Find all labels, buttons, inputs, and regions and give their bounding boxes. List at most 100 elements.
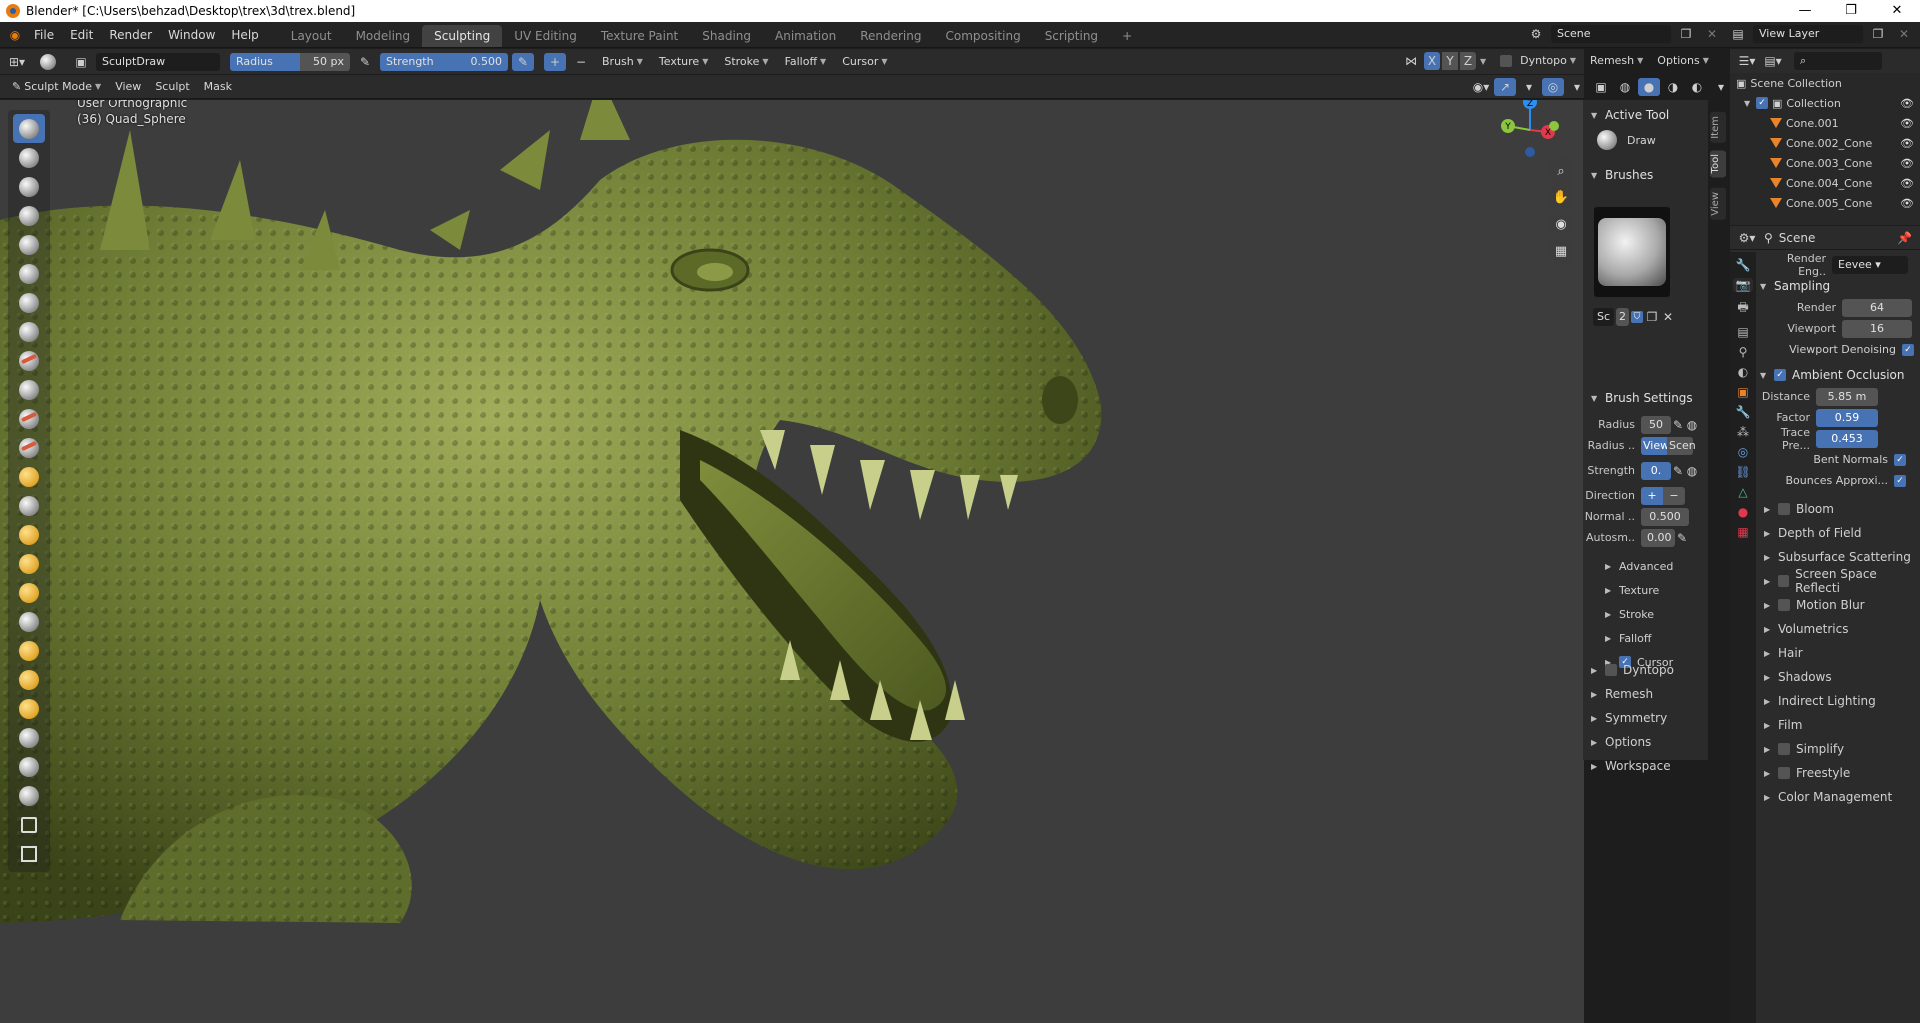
outliner-object-row[interactable]: Cone.002_Cone 👁: [1730, 133, 1920, 153]
tab-layout[interactable]: Layout: [279, 25, 344, 47]
simplify-tool-button[interactable]: [13, 723, 45, 752]
strength-pressure-icon[interactable]: ✎: [512, 52, 534, 71]
radius-unit-view-option[interactable]: View: [1641, 436, 1669, 455]
blender-menu-icon[interactable]: ◉: [4, 26, 26, 44]
autosmooth-pressure-icon[interactable]: ✎: [1675, 529, 1689, 547]
menu-render[interactable]: Render: [101, 22, 160, 48]
new-scene-icon[interactable]: ❐: [1675, 25, 1697, 43]
view-layer-icon[interactable]: ▤: [1727, 25, 1749, 43]
tab-item[interactable]: Item: [1710, 112, 1726, 143]
menu-sculpt[interactable]: Sculpt: [149, 78, 195, 96]
remesh-panel[interactable]: ▶ Remesh: [1583, 682, 1708, 706]
properties-editor-icon[interactable]: ⚙▾: [1736, 229, 1758, 247]
render-tab-icon[interactable]: 📷: [1732, 278, 1754, 292]
gizmo-toggle-icon[interactable]: ↗: [1494, 78, 1516, 96]
panel-enable-checkbox[interactable]: [1778, 503, 1790, 515]
tab-view[interactable]: View: [1710, 188, 1726, 220]
eye-icon[interactable]: 👁: [1900, 197, 1914, 210]
radius-unit-icon[interactable]: ◍: [1685, 416, 1699, 434]
menu-window[interactable]: Window: [160, 22, 223, 48]
overlays-toggle-icon[interactable]: ◎: [1542, 78, 1564, 96]
object-tab-icon[interactable]: ▣: [1737, 385, 1748, 399]
options-panel[interactable]: ▶ Options: [1583, 730, 1708, 754]
falloff-menu[interactable]: Falloff ▼: [779, 53, 833, 71]
direction-add-button[interactable]: +: [544, 52, 566, 71]
outliner-editor-icon[interactable]: ☰▾: [1736, 52, 1758, 70]
eye-icon[interactable]: 👁: [1900, 137, 1914, 150]
dyntopo-menu[interactable]: Dyntopo ▼: [1514, 52, 1582, 70]
outliner-object-row[interactable]: Cone.001 👁: [1730, 113, 1920, 133]
new-view-layer-icon[interactable]: ❐: [1867, 25, 1889, 43]
strength-field[interactable]: 0.: [1641, 461, 1671, 480]
mode-selector[interactable]: ✎ Sculpt Mode ▼: [6, 78, 107, 96]
delete-scene-icon[interactable]: ✕: [1701, 25, 1723, 43]
outliner-object-row[interactable]: Cone.004_Cone 👁: [1730, 173, 1920, 193]
pan-hand-icon[interactable]: ✋: [1548, 184, 1574, 210]
menu-file[interactable]: File: [26, 22, 62, 48]
view-layer-selector[interactable]: View Layer: [1753, 25, 1863, 43]
particles-tab-icon[interactable]: ⁂: [1737, 425, 1749, 439]
render-engine-select[interactable]: Eevee ▾: [1832, 255, 1908, 274]
pose-tool-button[interactable]: [13, 607, 45, 636]
render-panel-item[interactable]: ▶ Bloom: [1756, 497, 1920, 521]
tab-texture-paint[interactable]: Texture Paint: [589, 25, 690, 47]
tab-compositing[interactable]: Compositing: [933, 25, 1032, 47]
mirror-y-toggle[interactable]: Y: [1442, 52, 1458, 70]
render-panel-item[interactable]: ▶ Subsurface Scattering: [1756, 545, 1920, 569]
bent-normals-checkbox[interactable]: ✓: [1894, 453, 1906, 466]
rotate-tool-button[interactable]: [13, 665, 45, 694]
menu-help[interactable]: Help: [223, 22, 266, 48]
scene-tab-icon[interactable]: ⚲: [1739, 345, 1748, 359]
brush-name-field[interactable]: SculptDraw: [96, 52, 220, 71]
chevron-down-icon[interactable]: ▾: [1710, 78, 1732, 96]
autosmooth-field[interactable]: 0.00: [1641, 528, 1675, 547]
constraints-tab-icon[interactable]: ⛓: [1735, 465, 1750, 479]
radius-slider[interactable]: Radius 50 px: [230, 52, 350, 71]
dyntopo-checkbox[interactable]: [1605, 664, 1617, 676]
collection-row[interactable]: ▼ ✓ ▣ Collection 👁: [1730, 93, 1920, 113]
tool-settings-tab-icon[interactable]: 🔧: [1736, 258, 1751, 272]
tab-sculpting[interactable]: Sculpting: [422, 24, 503, 47]
crease-tool-button[interactable]: [13, 317, 45, 346]
tab-rendering[interactable]: Rendering: [848, 25, 933, 47]
chevron-down-icon[interactable]: ▼: [1480, 57, 1486, 66]
menu-view[interactable]: View: [109, 78, 147, 96]
tab-modeling[interactable]: Modeling: [344, 25, 423, 47]
data-tab-icon[interactable]: △: [1738, 485, 1747, 499]
slide-relax-tool-button[interactable]: [13, 694, 45, 723]
panel-enable-checkbox[interactable]: [1777, 575, 1790, 587]
scrape-tool-button[interactable]: [13, 433, 45, 462]
radius-pressure-icon[interactable]: ✎: [1671, 416, 1685, 434]
modifier-tab-icon[interactable]: 🔧: [1736, 405, 1751, 419]
brush-slot-name[interactable]: Sc: [1593, 308, 1615, 326]
viewport-denoising-checkbox[interactable]: ✓: [1902, 343, 1914, 356]
brush-icon[interactable]: [40, 53, 56, 70]
eye-icon[interactable]: 👁: [1900, 97, 1914, 110]
duplicate-brush-icon[interactable]: ❐: [1645, 308, 1659, 326]
snake-hook-tool-button[interactable]: [13, 549, 45, 578]
smooth-tool-button[interactable]: [13, 346, 45, 375]
panel-enable-checkbox[interactable]: [1778, 767, 1790, 779]
editor-type-icon[interactable]: ⊞▾: [6, 53, 28, 71]
eye-icon[interactable]: 👁: [1900, 177, 1914, 190]
layer-tool-button[interactable]: [13, 230, 45, 259]
unlink-brush-icon[interactable]: ✕: [1661, 308, 1675, 326]
xray-toggle-icon[interactable]: ▣: [1590, 78, 1612, 96]
nudge-tool-button[interactable]: [13, 636, 45, 665]
display-mode-icon[interactable]: ▤▾: [1762, 52, 1784, 70]
stroke-menu[interactable]: Stroke ▼: [718, 53, 774, 71]
dyntopo-panel[interactable]: ▶ Dyntopo: [1583, 658, 1708, 682]
render-panel-item[interactable]: ▶ Motion Blur: [1756, 593, 1920, 617]
tab-scripting[interactable]: Scripting: [1033, 25, 1110, 47]
zoom-icon[interactable]: ⌕: [1548, 158, 1574, 184]
strength-slider[interactable]: Strength 0.500: [380, 52, 508, 71]
chevron-down-icon[interactable]: ▾: [1518, 78, 1540, 96]
cursor-menu[interactable]: Cursor ▼: [836, 53, 893, 71]
draw-tool-button[interactable]: [13, 114, 45, 143]
pin-icon[interactable]: 📌: [1897, 231, 1912, 245]
fill-tool-button[interactable]: [13, 404, 45, 433]
ao-trace-precision-field[interactable]: 0.453: [1816, 429, 1878, 448]
strength-pressure-icon[interactable]: ✎: [1671, 462, 1685, 480]
view-layer-tab-icon[interactable]: ▤: [1737, 325, 1748, 339]
render-panel-item[interactable]: ▶ Indirect Lighting: [1756, 689, 1920, 713]
